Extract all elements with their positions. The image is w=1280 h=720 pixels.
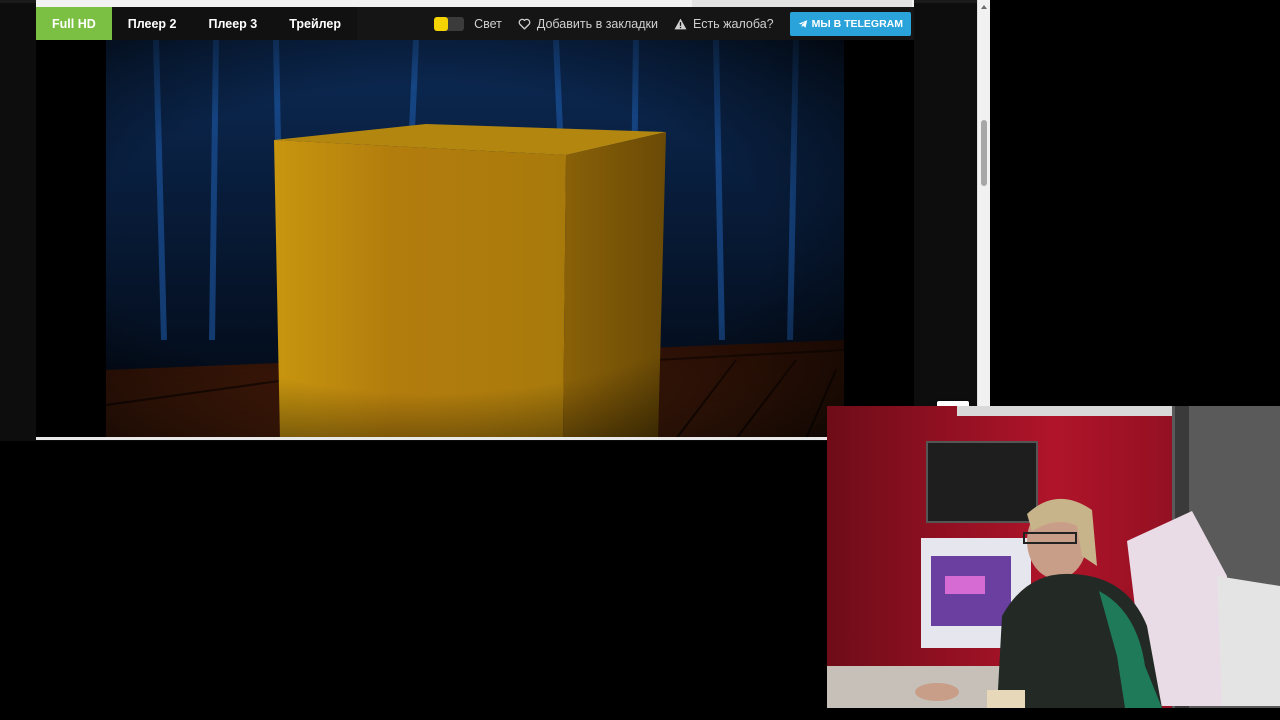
webcam-overlay — [827, 406, 1280, 708]
warning-icon — [674, 18, 687, 29]
complaint-label: Есть жалоба? — [693, 16, 774, 31]
heart-icon — [518, 18, 531, 30]
bookmark-label: Добавить в закладки — [536, 16, 658, 31]
telegram-icon — [798, 19, 807, 28]
tab-player-2[interactable]: Плеер 2 — [112, 7, 193, 40]
page-header-edge — [36, 0, 914, 7]
webcam-feed — [827, 406, 1280, 708]
telegram-label: МЫ В TELEGRAM — [811, 17, 903, 30]
header-edge-knob — [692, 0, 912, 7]
telegram-button[interactable]: МЫ В TELEGRAM — [789, 11, 911, 36]
light-label[interactable]: Свет — [474, 17, 502, 31]
bookmark-button[interactable]: Добавить в закладки — [518, 17, 658, 31]
player-bottom-edge — [36, 437, 914, 440]
player-options: Свет Добавить в закладки Есть жалоба? МЫ… — [434, 7, 914, 40]
page-scrollbar[interactable] — [977, 0, 990, 441]
video-player[interactable] — [36, 40, 914, 439]
tab-player-3[interactable]: Плеер 3 — [192, 7, 273, 40]
scrollbar-thumb[interactable] — [981, 120, 987, 186]
tab-trailer[interactable]: Трейлер — [273, 7, 357, 40]
video-frame — [36, 40, 914, 439]
tab-full-hd[interactable]: Full HD — [36, 7, 112, 40]
light-toggle-knob — [434, 16, 449, 31]
scroll-up-arrow-icon[interactable] — [981, 5, 987, 9]
browser-viewport: Full HD Плеер 2 Плеер 3 Трейлер Свет Доб… — [0, 0, 990, 441]
light-toggle[interactable] — [434, 16, 465, 31]
player-tabs-group: Плеер 2 Плеер 3 Трейлер — [111, 7, 358, 40]
complaint-button[interactable]: Есть жалоба? — [674, 17, 774, 31]
player-tabs-bar: Full HD Плеер 2 Плеер 3 Трейлер Свет Доб… — [36, 7, 914, 40]
